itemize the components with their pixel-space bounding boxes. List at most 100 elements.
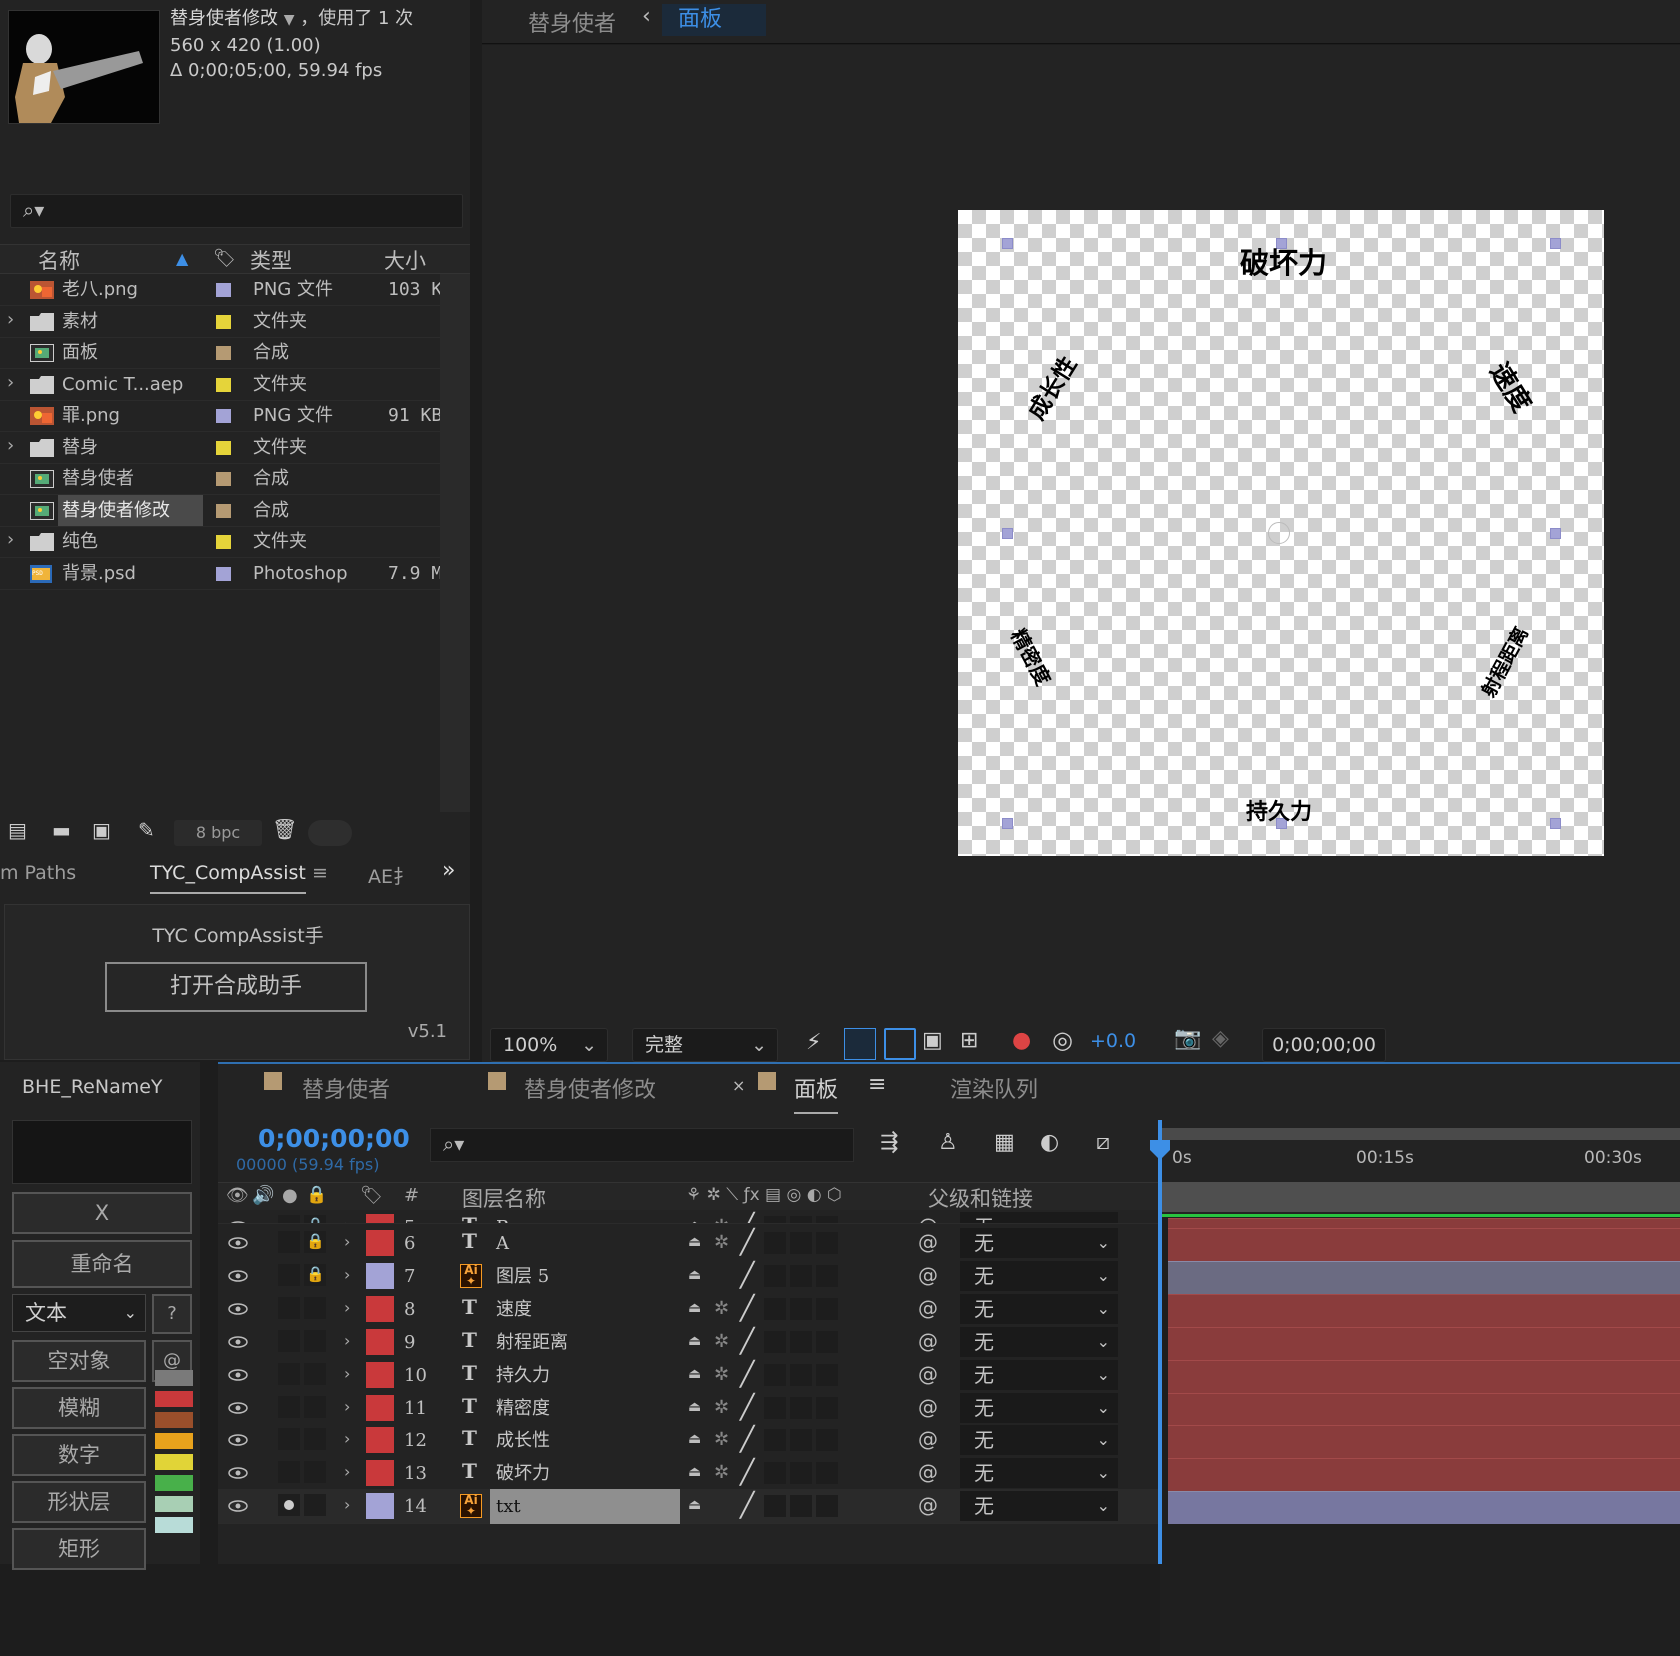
frame-blend-switch[interactable] — [790, 1264, 812, 1287]
motion-blur-switch[interactable] — [816, 1264, 838, 1287]
color-swatch[interactable] — [155, 1391, 193, 1407]
layer-duration-bar[interactable] — [1168, 1491, 1680, 1525]
frame-blend-switch[interactable] — [790, 1462, 812, 1485]
layer-row[interactable]: 🔒 › 6 T A ⏏ ✲ ╱ @ 无 ⌄ — [218, 1226, 1158, 1261]
shy-switch-icon[interactable]: ⏏ — [688, 1234, 710, 1254]
playhead-line[interactable] — [1158, 1120, 1162, 1564]
lock-column-icon[interactable]: 🔒 — [306, 1185, 327, 1205]
quality-switch-icon[interactable]: ╱ — [740, 1294, 754, 1322]
effect-switch[interactable] — [764, 1363, 786, 1386]
parent-select[interactable]: 无⌄ — [960, 1228, 1118, 1258]
project-item-row[interactable]: PSD 背景.psd Photoshop 7.9 MB — [0, 558, 448, 590]
effect-switch[interactable] — [764, 1495, 786, 1518]
parent-select[interactable]: 无⌄ — [960, 1425, 1118, 1456]
shy-switch-icon[interactable]: ⏏ — [688, 1431, 710, 1451]
panel-menu-icon[interactable]: ≡ — [868, 1072, 886, 1097]
audio-column-icon[interactable]: 🔊 — [252, 1185, 274, 1206]
project-scrollbar[interactable] — [440, 274, 470, 834]
column-size[interactable]: 大小 — [384, 245, 426, 275]
canvas-label-upper-left[interactable]: 成长性 — [1018, 349, 1083, 426]
project-item-row[interactable]: 替身使者修改 合成 — [0, 494, 445, 527]
column-layer-name[interactable]: 图层名称 — [462, 1183, 546, 1213]
resolution-select[interactable]: 完整 ⌄ — [632, 1028, 778, 1062]
timeline-navigator[interactable] — [1160, 1182, 1680, 1212]
layer-row[interactable]: › 13 T 破坏力 ⏏ ✲ ╱ @ 无 ⌄ — [218, 1456, 1158, 1492]
visibility-eye-icon[interactable] — [228, 1333, 248, 1348]
pick-whip-icon[interactable]: @ — [918, 1296, 938, 1320]
layer-duration-bar[interactable] — [1168, 1260, 1680, 1294]
visibility-eye-icon[interactable] — [228, 1300, 248, 1315]
quality-switch-icon[interactable]: ╱ — [740, 1228, 754, 1256]
label-color-swatch[interactable] — [216, 314, 231, 329]
number-button[interactable]: 数字 — [12, 1434, 146, 1476]
lock-toggle[interactable] — [304, 1296, 326, 1319]
parent-select[interactable]: 无⌄ — [960, 1212, 1118, 1223]
project-item-row[interactable]: › 纯色 文件夹 — [0, 526, 445, 558]
layer-label-color[interactable] — [366, 1262, 394, 1289]
layer-name[interactable]: 精密度 — [490, 1391, 680, 1426]
trash-icon[interactable]: 🗑 — [272, 817, 297, 841]
canvas-label-lower-right[interactable]: 射程距离 — [1474, 622, 1534, 702]
effect-switch[interactable] — [764, 1462, 786, 1485]
tab-tyc-compassist[interactable]: TYC_CompAssist — [150, 862, 306, 894]
motion-blur-switch[interactable] — [816, 1462, 838, 1485]
region-of-interest-icon[interactable]: ▣ — [922, 1028, 943, 1053]
composition-flowchart-icon[interactable]: ⇶ — [880, 1130, 898, 1155]
motion-blur-switch[interactable] — [816, 1216, 838, 1223]
color-swatch[interactable] — [155, 1433, 193, 1449]
parent-select[interactable]: 无⌄ — [960, 1326, 1118, 1357]
project-item-row[interactable]: 面板 合成 — [0, 337, 445, 369]
expand-arrow-icon[interactable]: › — [5, 435, 16, 456]
transform-handle[interactable] — [1002, 818, 1013, 829]
layer-label-color[interactable] — [366, 1493, 394, 1520]
expand-arrow-icon[interactable]: › — [344, 1232, 350, 1251]
visibility-eye-icon[interactable] — [228, 1399, 248, 1414]
visibility-eye-icon[interactable] — [228, 1267, 248, 1282]
frame-blend-switch[interactable] — [790, 1216, 812, 1223]
effect-switch[interactable] — [764, 1216, 786, 1223]
project-item-row[interactable]: › Comic T...aep 文件夹 — [0, 369, 445, 401]
quality-switch-icon[interactable]: ╱ — [740, 1393, 754, 1421]
blur-button[interactable]: 模糊 — [12, 1387, 146, 1429]
tab-render-queue[interactable]: 渲染队列 — [950, 1072, 1038, 1104]
lock-icon[interactable]: 🔒 — [306, 1216, 325, 1223]
parent-select[interactable]: 无⌄ — [960, 1260, 1118, 1291]
column-type[interactable]: 类型 — [250, 245, 292, 275]
layer-name[interactable]: txt — [490, 1489, 680, 1525]
grid-guides-icon[interactable]: ⊞ — [960, 1028, 978, 1053]
expand-arrow-icon[interactable]: › — [344, 1331, 350, 1350]
frame-blending-icon[interactable]: ▦ — [994, 1130, 1015, 1155]
bpc-button[interactable]: 8 bpc — [174, 820, 262, 846]
lock-toggle[interactable] — [304, 1329, 326, 1352]
visibility-eye-icon[interactable] — [228, 1497, 248, 1512]
color-swatch[interactable] — [155, 1370, 193, 1386]
pick-whip-icon[interactable]: @ — [918, 1427, 938, 1451]
layer-duration-bar[interactable] — [1168, 1293, 1680, 1327]
color-swatch[interactable] — [155, 1517, 193, 1533]
tab-comp-active[interactable]: 面板 — [794, 1072, 839, 1114]
transform-handle[interactable] — [1550, 818, 1561, 829]
layer-type-select[interactable]: 文本 ⌄ — [12, 1294, 146, 1332]
label-color-swatch[interactable] — [216, 409, 231, 423]
layer-label-color[interactable] — [366, 1394, 394, 1421]
solo-toggle[interactable] — [278, 1215, 300, 1223]
frame-blend-switch[interactable] — [790, 1429, 812, 1452]
pick-whip-icon[interactable]: @ — [918, 1230, 938, 1254]
parent-select[interactable]: 无⌄ — [960, 1359, 1118, 1390]
label-color-swatch[interactable] — [216, 535, 231, 549]
canvas-label-bottom[interactable]: 持久力 — [1246, 794, 1312, 826]
quality-switch-icon[interactable]: ╱ — [740, 1425, 754, 1453]
composition-canvas[interactable]: 破坏力 成长性 速度 精密度 射程距离 持久力 — [958, 210, 1604, 856]
visibility-eye-icon[interactable] — [228, 1366, 248, 1381]
solo-toggle[interactable] — [278, 1428, 300, 1451]
label-tag-icon[interactable]: 🏷 — [213, 248, 236, 269]
column-name[interactable]: 名称 — [38, 245, 80, 275]
layer-label-color[interactable] — [366, 1295, 394, 1322]
layer-row[interactable]: › 9 T 射程距离 ⏏ ✲ ╱ @ 无 ⌄ — [218, 1324, 1158, 1360]
layer-name[interactable]: 图层 5 — [490, 1259, 680, 1294]
visibility-eye-icon[interactable] — [228, 1234, 248, 1249]
panel-menu-icon[interactable]: ≡ — [312, 862, 328, 884]
effect-switch[interactable] — [764, 1297, 786, 1320]
frame-blend-switch[interactable] — [790, 1363, 812, 1386]
layer-row[interactable]: › 14 Ai ✦ txt ⏏ ╱ @ 无 ⌄ — [218, 1489, 1158, 1525]
